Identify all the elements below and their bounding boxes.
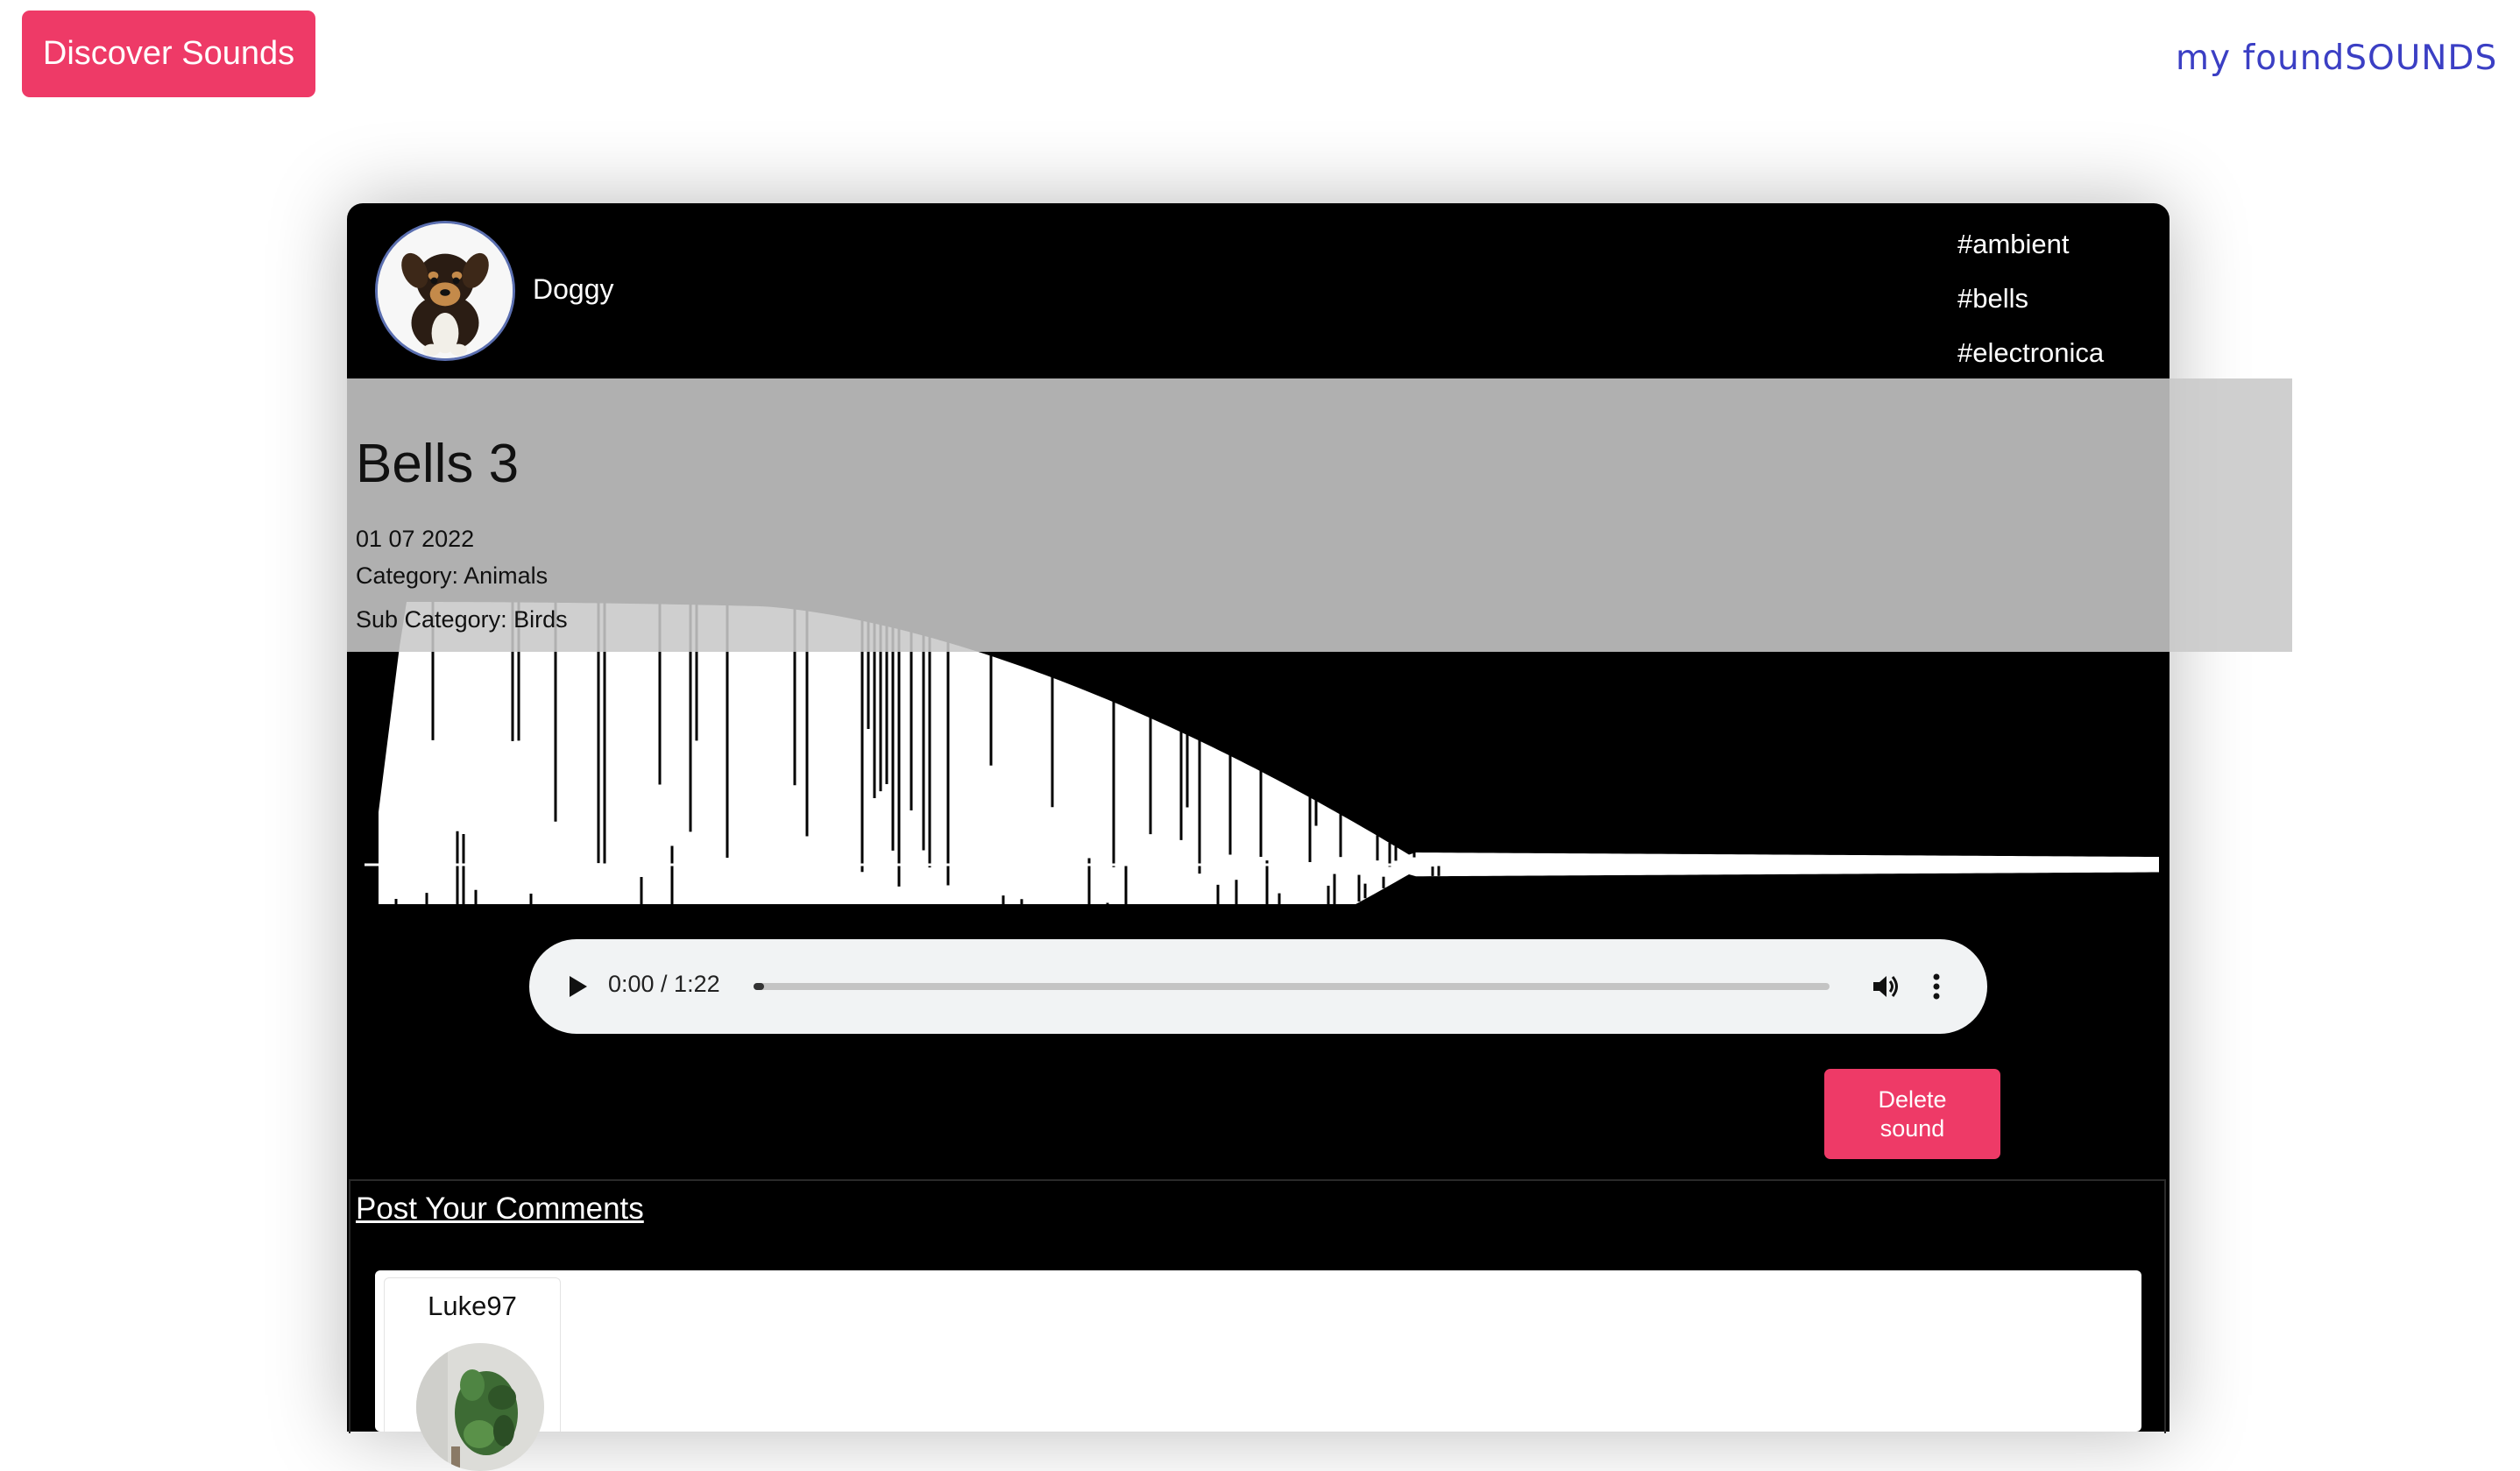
sound-category: Category: Animals [356,562,549,589]
comment-list: Luke97 [375,1270,2141,1471]
sound-date: 01 07 2022 [356,526,475,552]
more-options-icon[interactable] [1919,969,1954,1004]
play-icon[interactable] [561,971,592,1002]
uploader-name[interactable]: Doggy [533,273,614,306]
tag-electronica[interactable]: #electronica [1957,326,2104,380]
commenter-name[interactable]: Luke97 [385,1291,560,1322]
sound-sub-category: Sub Category: Birds [356,606,568,633]
progress-fill [754,983,764,990]
post-comments-link[interactable]: Post Your Comments [356,1192,644,1227]
dog-avatar-image [378,223,513,358]
volume-icon[interactable] [1868,969,1903,1004]
commenter-avatar[interactable] [416,1343,544,1471]
site-logo[interactable]: my foundSOUNDS [2081,21,2497,95]
tag-ambient[interactable]: #ambient [1957,217,2104,272]
delete-sound-button[interactable]: Delete sound [1824,1069,2000,1159]
progress-bar[interactable] [754,983,1830,990]
tag-bells[interactable]: #bells [1957,272,2104,326]
audio-player: 0:00 / 1:22 [529,939,1987,1034]
uploader-avatar[interactable] [375,221,515,361]
title-overlay [347,378,2292,652]
logo-text: my foundSOUNDS [2176,38,2498,78]
sound-card: Doggy #ambient #bells #electronica Bells… [347,203,2292,1471]
soundwave-logo-icon [2082,21,2157,95]
sound-title: Bells 3 [356,434,520,494]
playback-time: 0:00 / 1:22 [608,971,720,997]
tag-list: #ambient #bells #electronica [1957,217,2104,380]
comment-item: Luke97 [384,1277,561,1471]
plant-avatar-image [416,1343,544,1471]
discover-sounds-button[interactable]: Discover Sounds [22,11,315,97]
